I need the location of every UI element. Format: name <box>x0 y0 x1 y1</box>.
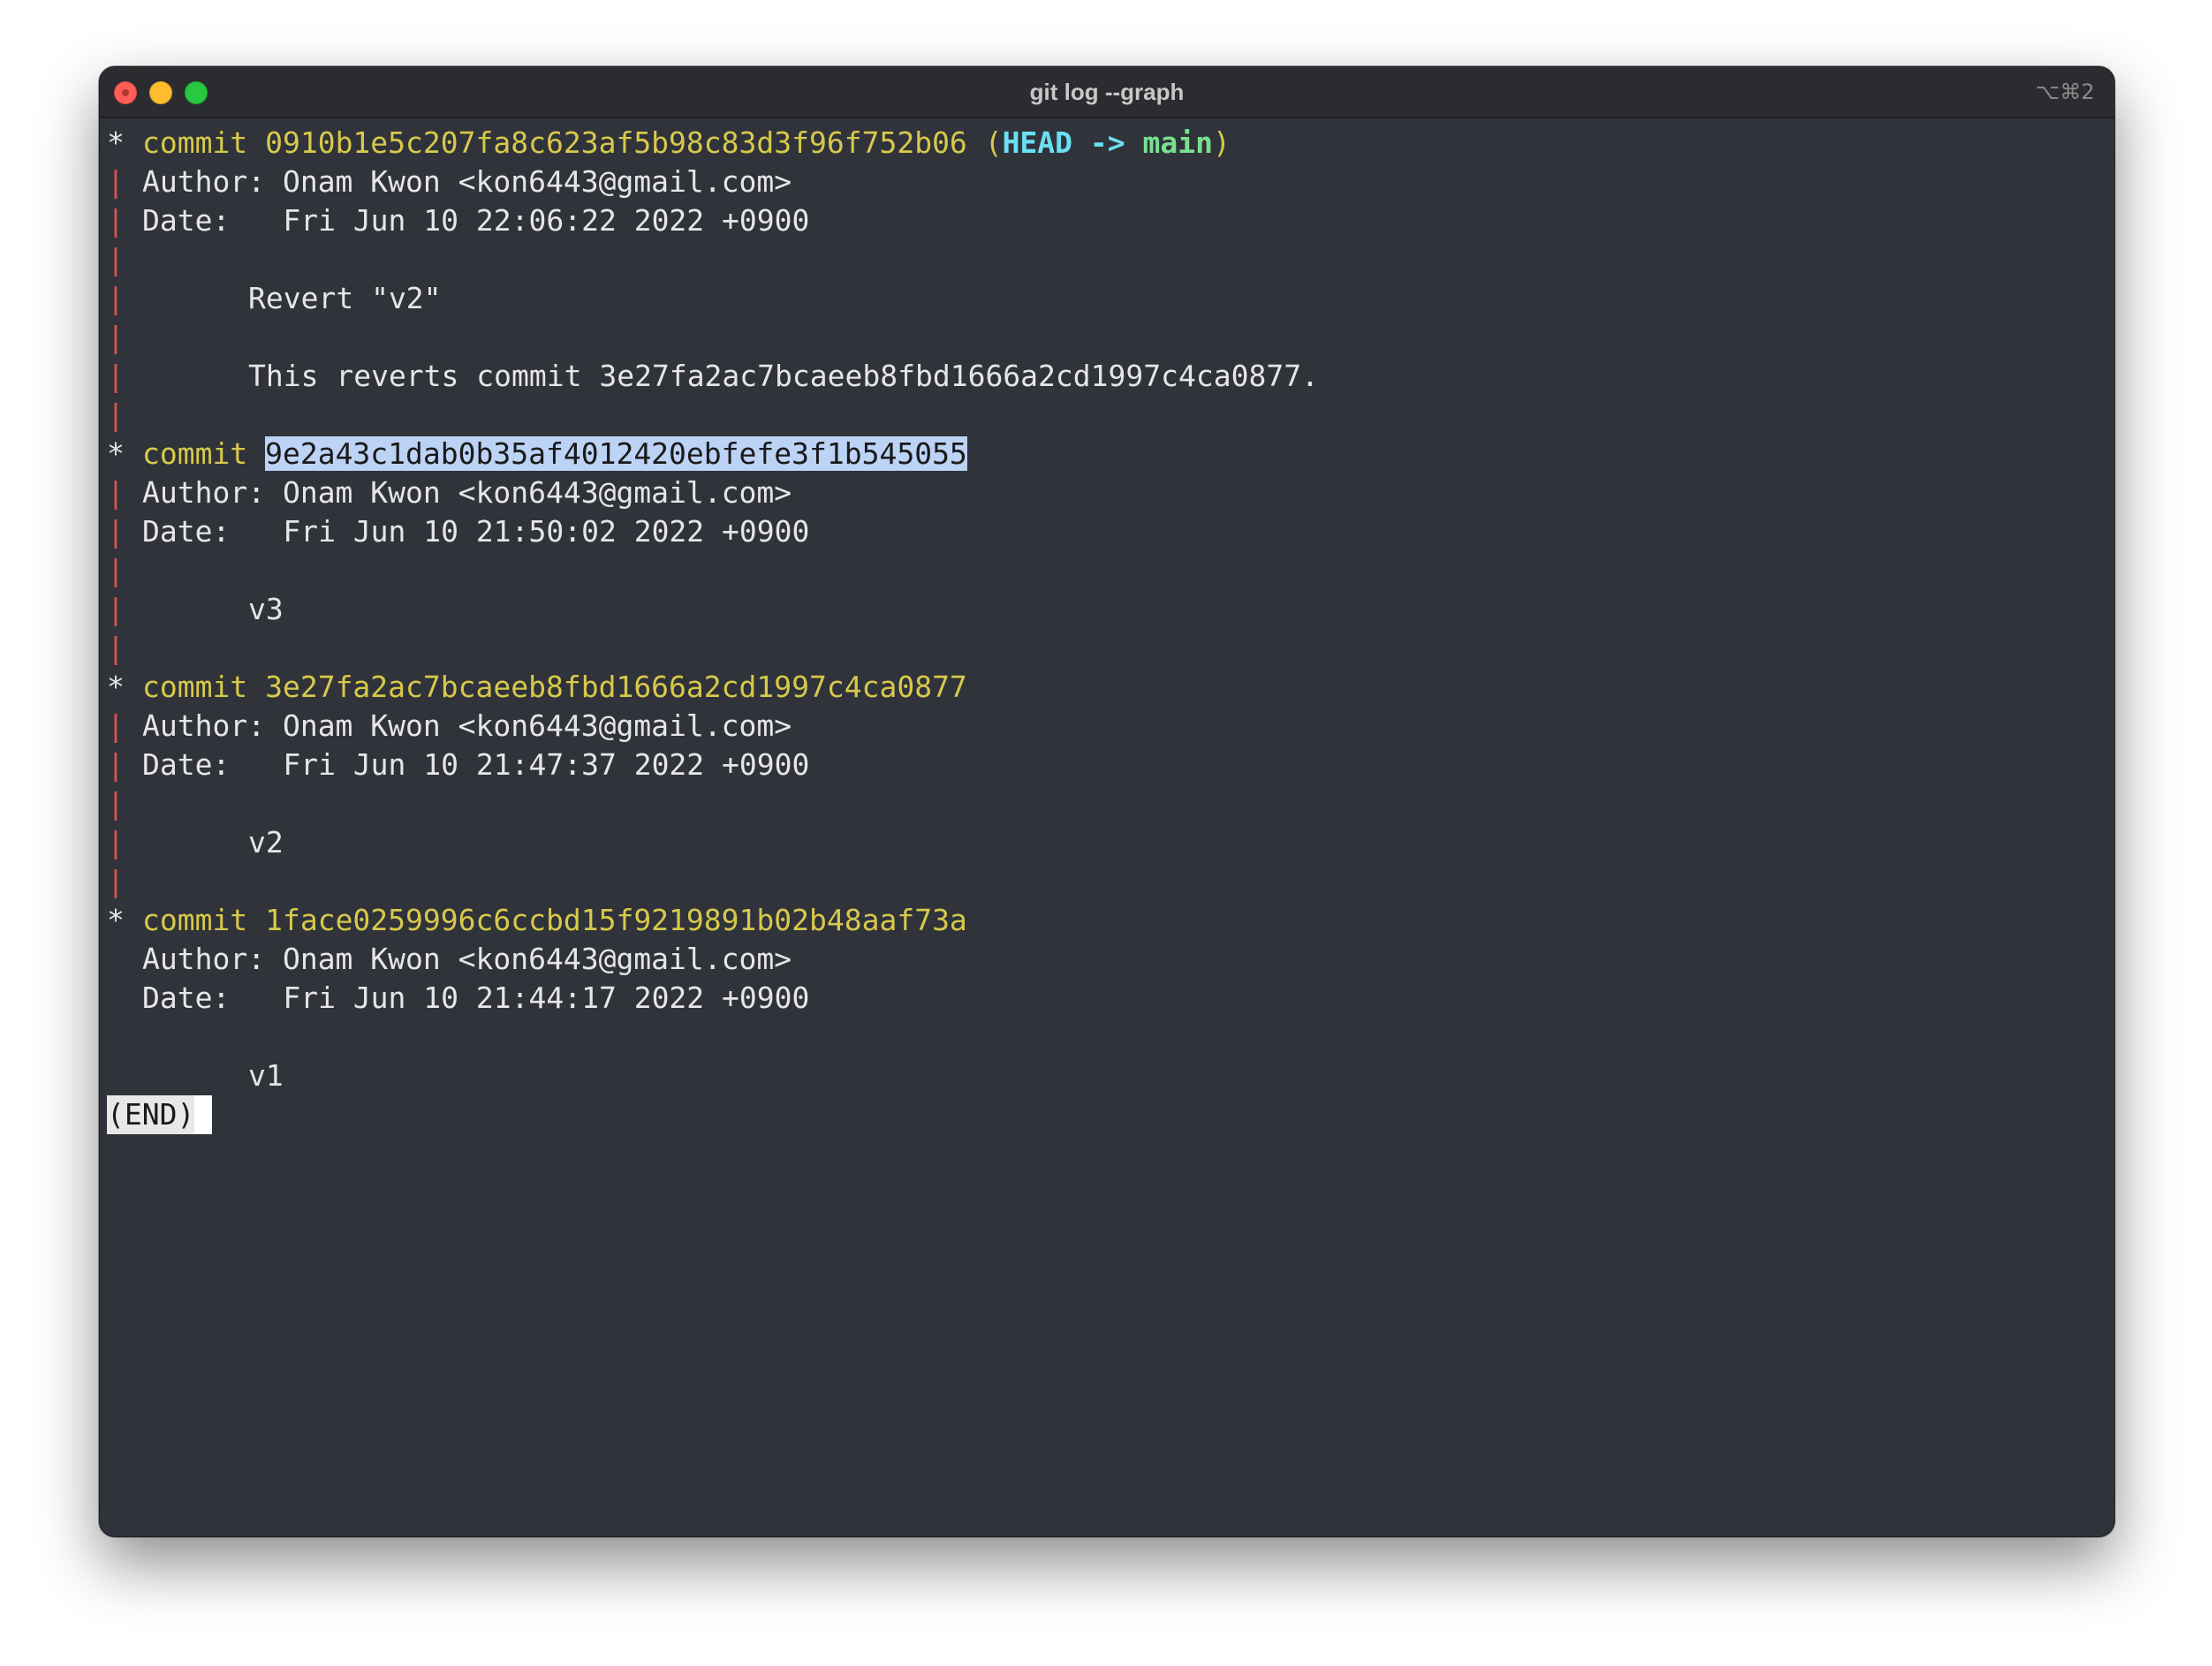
graph-node: * <box>107 436 125 471</box>
selected-commit-hash[interactable]: 9e2a43c1dab0b35af4012420ebfefe3f1b545055 <box>265 436 967 471</box>
message-line: v1 <box>107 1056 2105 1095</box>
date-line: | Date: Fri Jun 10 21:47:37 2022 +0900 <box>107 746 2105 784</box>
graph-edge: | <box>107 747 125 782</box>
author-label: Author: <box>142 475 266 510</box>
window-title: git log --graph <box>1029 79 1185 105</box>
graph-edge: | <box>107 825 125 860</box>
ref-branch: main <box>1142 125 1214 160</box>
commit-message: v1 <box>248 1058 284 1093</box>
commit-line: * commit 9e2a43c1dab0b35af4012420ebfefe3f… <box>107 435 2105 473</box>
commit-label: commit <box>142 670 248 704</box>
graph-edge: | <box>107 786 125 821</box>
ref-arrow: -> <box>1072 125 1143 160</box>
commit-label: commit <box>142 125 248 160</box>
graph-edge: | <box>107 242 125 276</box>
tab-shortcut: ⌥⌘2 <box>2035 80 2095 104</box>
message-line: | v3 <box>107 590 2105 629</box>
graph-edge: | <box>107 708 125 743</box>
ref-open: ( <box>984 125 1003 160</box>
graph-edge: | <box>107 631 125 665</box>
terminal-window[interactable]: git log --graph ⌥⌘2 * commit 0910b1e5c207… <box>99 66 2115 1537</box>
commit-line: * commit 3e27fa2ac7bcaeeb8fbd1666a2cd1997… <box>107 668 2105 707</box>
pager-line: (END) <box>107 1095 2105 1134</box>
commit-label: commit <box>142 903 248 937</box>
graph-node: * <box>107 670 125 704</box>
graph-node: * <box>107 125 125 160</box>
message-line: | Revert "v2" <box>107 279 2105 318</box>
date-value: Fri Jun 10 21:44:17 2022 +0900 <box>283 981 810 1015</box>
message-line: | v2 <box>107 823 2105 862</box>
message-body-line: | This reverts commit 3e27fa2ac7bcaeeb8fb… <box>107 357 2105 396</box>
date-label: Date: <box>142 514 231 549</box>
graph-edge: | <box>107 514 125 549</box>
author-value: Onam Kwon <kon6443@gmail.com> <box>282 164 792 199</box>
commit-body: This reverts commit 3e27fa2ac7bcaeeb8fbd… <box>248 359 1319 393</box>
ref-close: ) <box>1213 125 1231 160</box>
date-value: Fri Jun 10 22:06:22 2022 +0900 <box>283 203 810 238</box>
author-label: Author: <box>142 164 266 199</box>
commit-hash[interactable]: 0910b1e5c207fa8c623af5b98c83d3f96f752b06 <box>265 125 967 160</box>
blank-line: | <box>107 551 2105 590</box>
blank-line: | <box>107 629 2105 668</box>
author-line: | Author: Onam Kwon <kon6443@gmail.com> <box>107 163 2105 201</box>
commit-line: * commit 0910b1e5c207fa8c623af5b98c83d3f9… <box>107 124 2105 163</box>
author-line: | Author: Onam Kwon <kon6443@gmail.com> <box>107 473 2105 512</box>
terminal-output[interactable]: * commit 0910b1e5c207fa8c623af5b98c83d3f9… <box>107 124 2105 1527</box>
commit-message: v2 <box>248 825 284 860</box>
title-bar[interactable]: git log --graph ⌥⌘2 <box>100 67 2114 118</box>
author-line: Author: Onam Kwon <kon6443@gmail.com> <box>107 940 2105 979</box>
graph-edge: | <box>107 398 125 432</box>
graph-edge: | <box>107 359 125 393</box>
date-label: Date: <box>142 981 231 1015</box>
date-value: Fri Jun 10 21:47:37 2022 +0900 <box>283 747 810 782</box>
date-label: Date: <box>142 747 231 782</box>
blank-line: | <box>107 784 2105 823</box>
blank-line: | <box>107 396 2105 435</box>
commit-label: commit <box>142 436 248 471</box>
date-value: Fri Jun 10 21:50:02 2022 +0900 <box>283 514 810 549</box>
graph-edge: | <box>107 281 125 315</box>
date-label: Date: <box>142 203 231 238</box>
pager-end: (END) <box>107 1095 195 1134</box>
graph-edge: | <box>107 320 125 354</box>
date-line: | Date: Fri Jun 10 22:06:22 2022 +0900 <box>107 201 2105 240</box>
commit-message: Revert "v2" <box>248 281 442 315</box>
author-label: Author: <box>142 708 266 743</box>
graph-edge: | <box>107 592 125 626</box>
commit-hash[interactable]: 1face0259996c6ccbd15f9219891b02b48aaf73a <box>265 903 967 937</box>
author-value: Onam Kwon <kon6443@gmail.com> <box>282 708 792 743</box>
graph-edge: | <box>107 203 125 238</box>
author-value: Onam Kwon <kon6443@gmail.com> <box>282 475 792 510</box>
author-line: | Author: Onam Kwon <kon6443@gmail.com> <box>107 707 2105 746</box>
author-label: Author: <box>142 942 266 976</box>
graph-edge: | <box>107 864 125 898</box>
graph-edge: | <box>107 553 125 587</box>
blank-line: | <box>107 240 2105 279</box>
date-line: Date: Fri Jun 10 21:44:17 2022 +0900 <box>107 979 2105 1018</box>
commit-message: v3 <box>248 592 284 626</box>
author-value: Onam Kwon <kon6443@gmail.com> <box>282 942 792 976</box>
blank-line: | <box>107 862 2105 901</box>
commit-hash[interactable]: 3e27fa2ac7bcaeeb8fbd1666a2cd1997c4ca0877 <box>265 670 967 704</box>
date-line: | Date: Fri Jun 10 21:50:02 2022 +0900 <box>107 512 2105 551</box>
cursor[interactable] <box>194 1095 213 1134</box>
commit-line: * commit 1face0259996c6ccbd15f9219891b02b… <box>107 901 2105 940</box>
graph-edge: | <box>107 164 125 199</box>
graph-node: * <box>107 903 125 937</box>
ref-head: HEAD <box>1002 125 1073 160</box>
graph-edge: | <box>107 475 125 510</box>
blank-line: | <box>107 318 2105 357</box>
